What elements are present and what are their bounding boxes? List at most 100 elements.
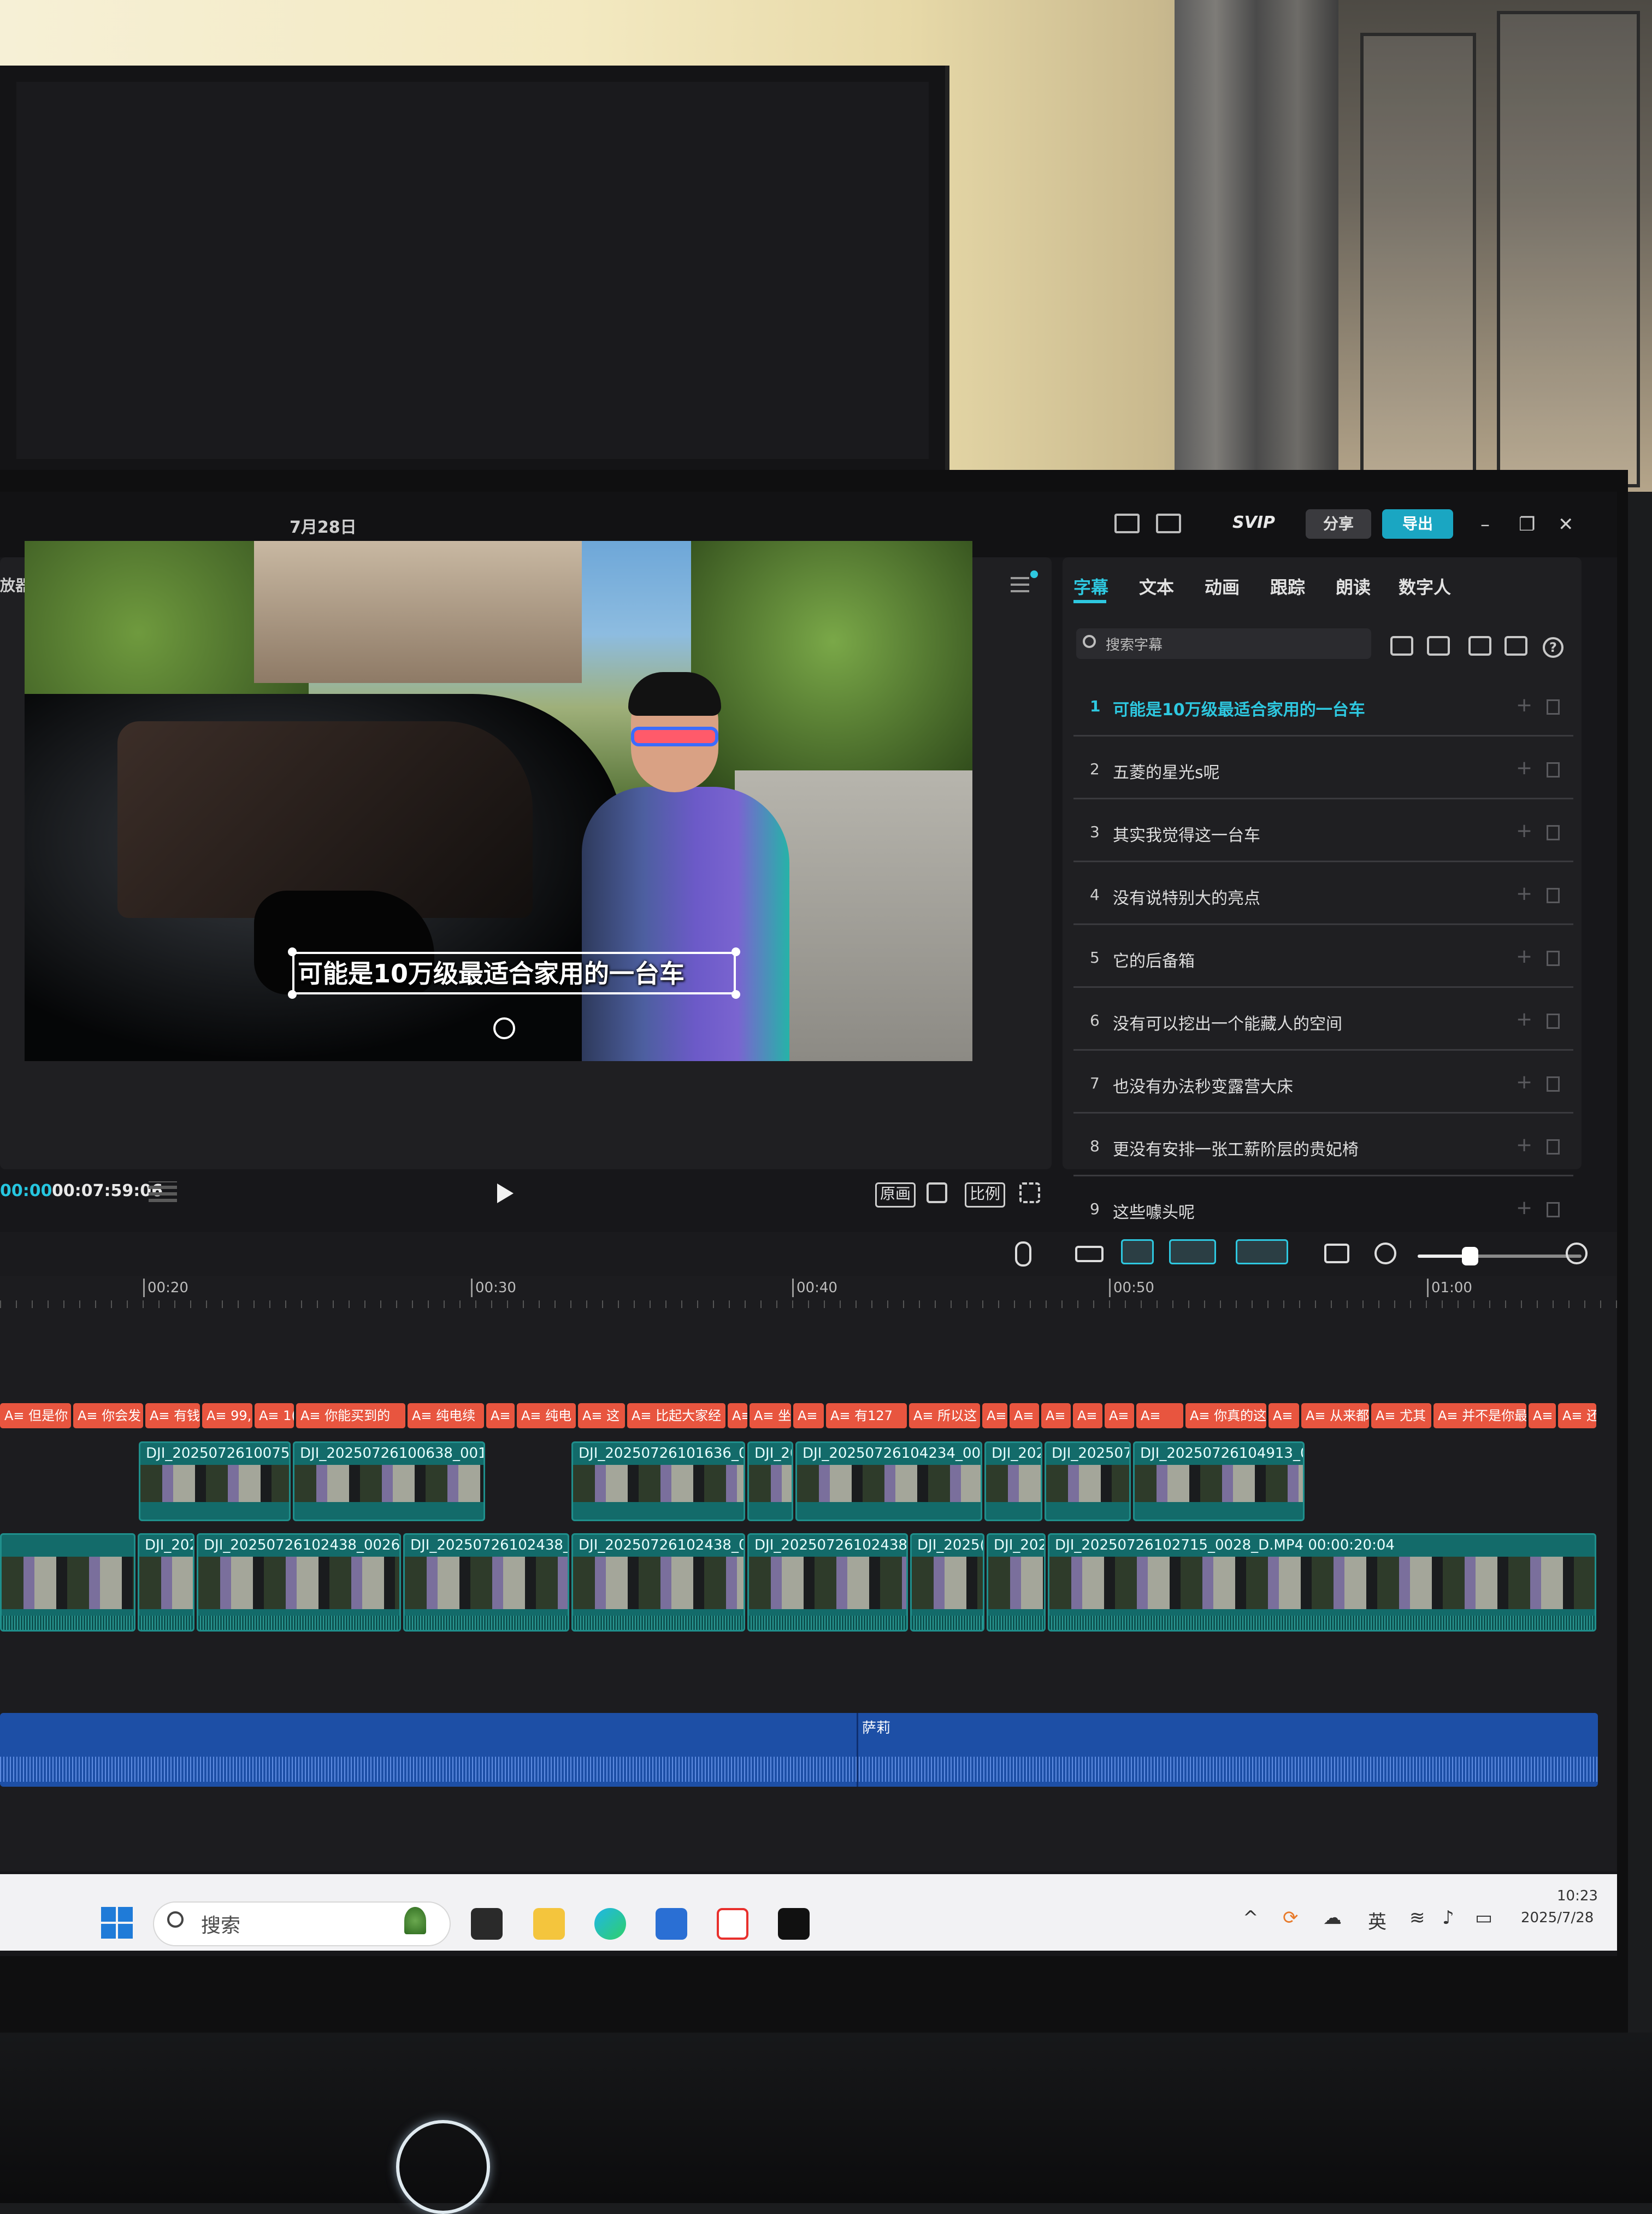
subtitle-text[interactable]: 没有说特别大的亮点 bbox=[1113, 885, 1260, 909]
ratio-button[interactable]: 比例 bbox=[965, 1182, 1006, 1208]
video-preview[interactable]: 可能是10万级最适合家用的一台车 bbox=[25, 541, 972, 1061]
video-clip[interactable]: DJI_202 bbox=[984, 1441, 1042, 1521]
edge-browser-icon[interactable] bbox=[594, 1908, 626, 1940]
original-quality-button[interactable]: 原画 bbox=[875, 1182, 916, 1208]
minimize-icon[interactable]: – bbox=[1480, 514, 1490, 535]
main-video-clip[interactable]: DJI_202 bbox=[138, 1533, 194, 1632]
subtitle-text[interactable]: 它的后备箱 bbox=[1113, 947, 1195, 971]
resize-handle[interactable] bbox=[731, 990, 740, 999]
caption-clip[interactable]: A≡ 有钱 bbox=[145, 1403, 200, 1428]
wps-office-icon[interactable] bbox=[717, 1908, 748, 1940]
main-video-clip[interactable] bbox=[0, 1533, 135, 1632]
grid-icon[interactable] bbox=[149, 1181, 177, 1202]
subtitle-item[interactable]: 6 没有可以挖出一个能藏人的空间 + bbox=[1073, 986, 1573, 1051]
subtitle-text[interactable]: 可能是10万级最适合家用的一台车 bbox=[1113, 696, 1365, 720]
delete-icon[interactable] bbox=[1547, 1139, 1560, 1155]
delete-icon[interactable] bbox=[1547, 1076, 1560, 1092]
volume-icon[interactable]: ♪ bbox=[1442, 1907, 1454, 1929]
caption-clip[interactable]: A≡ bbox=[982, 1403, 1007, 1428]
caption-clip[interactable]: A≡ 有127 bbox=[826, 1403, 907, 1428]
auto-snap-icon[interactable] bbox=[1169, 1239, 1216, 1264]
caption-clip[interactable]: A≡ bbox=[486, 1403, 515, 1428]
screen-icon[interactable] bbox=[1324, 1244, 1349, 1263]
caption-clip[interactable]: A≡ 这 bbox=[578, 1403, 625, 1428]
add-icon[interactable]: + bbox=[1516, 1197, 1532, 1219]
video-clip[interactable]: DJI_20 bbox=[747, 1441, 793, 1521]
main-video-clip[interactable]: DJI_2025( bbox=[910, 1533, 984, 1632]
restore-icon[interactable]: ❐ bbox=[1519, 514, 1535, 535]
caption-clip[interactable]: A≡ bbox=[1268, 1403, 1299, 1428]
zoom-slider-knob[interactable] bbox=[1462, 1247, 1478, 1265]
preview-axis-icon[interactable] bbox=[1236, 1239, 1288, 1264]
caption-clip[interactable]: A≡ 你会发 bbox=[73, 1403, 143, 1428]
caption-clip[interactable]: A≡ bbox=[1073, 1403, 1102, 1428]
subtitle-overlay[interactable]: 可能是10万级最适合家用的一台车 bbox=[298, 954, 685, 990]
microsoft-store-icon[interactable] bbox=[656, 1908, 687, 1940]
subtitle-text[interactable]: 更没有安排一张工薪阶层的贵妃椅 bbox=[1113, 1136, 1359, 1160]
subtitle-item[interactable]: 3 其实我觉得这一台车 + bbox=[1073, 798, 1573, 862]
caption-clip[interactable]: A≡ 所以这 bbox=[909, 1403, 980, 1428]
caption-clip[interactable]: A≡ 尤其 bbox=[1371, 1403, 1431, 1428]
caption-clip[interactable]: A≡ 纯电 bbox=[517, 1403, 576, 1428]
layout-icon[interactable] bbox=[1114, 514, 1140, 533]
player-menu-icon[interactable] bbox=[1011, 577, 1029, 592]
tab-tracking[interactable]: 跟踪 bbox=[1270, 574, 1305, 599]
subtitle-item[interactable]: 4 没有说特别大的亮点 + bbox=[1073, 861, 1573, 925]
add-icon[interactable]: + bbox=[1516, 694, 1532, 716]
main-video-clip[interactable]: DJI_2025 bbox=[987, 1533, 1046, 1632]
resize-handle[interactable] bbox=[288, 947, 297, 956]
input-method-indicator[interactable]: 英 bbox=[1368, 1907, 1386, 1934]
video-clip[interactable]: DJI_20250726101636_001 bbox=[571, 1441, 745, 1521]
battery-icon[interactable]: ▭ bbox=[1475, 1907, 1492, 1929]
microphone-icon[interactable] bbox=[1015, 1241, 1031, 1267]
caption-clip[interactable]: A≡ 你能买到的 bbox=[296, 1403, 405, 1428]
screenshot-icon[interactable] bbox=[927, 1182, 947, 1203]
svip-badge[interactable]: SVIP bbox=[1224, 508, 1284, 538]
delete-icon[interactable] bbox=[1547, 888, 1560, 903]
add-icon[interactable]: + bbox=[1516, 945, 1532, 968]
export-subtitle-icon[interactable] bbox=[1427, 636, 1450, 656]
filter-icon[interactable] bbox=[1504, 636, 1527, 656]
delete-icon[interactable] bbox=[1547, 762, 1560, 778]
tab-text[interactable]: 文本 bbox=[1139, 574, 1174, 599]
delete-icon[interactable] bbox=[1547, 699, 1560, 715]
play-icon[interactable] bbox=[497, 1183, 514, 1203]
tab-animation[interactable]: 动画 bbox=[1205, 574, 1240, 599]
video-clip[interactable]: DJI_20250726104913_005 bbox=[1133, 1441, 1305, 1521]
video-clip[interactable]: DJI_20250726104234_0040 bbox=[795, 1441, 982, 1521]
main-video-clip[interactable]: DJI_20250726102438_002 bbox=[571, 1533, 745, 1632]
caption-clip[interactable]: A≡ bbox=[728, 1403, 747, 1428]
caption-clip[interactable]: A≡ 纯电续 bbox=[408, 1403, 484, 1428]
subtitle-text[interactable]: 也没有办法秒变露营大床 bbox=[1113, 1073, 1293, 1097]
subtitle-item[interactable]: 2 五菱的星光s呢 + bbox=[1073, 735, 1573, 799]
subtitle-text[interactable]: 这些噱头呢 bbox=[1113, 1199, 1195, 1223]
task-view-icon[interactable] bbox=[471, 1908, 503, 1940]
add-icon[interactable]: + bbox=[1516, 1071, 1532, 1093]
caption-clip[interactable]: A≡ 从来都 bbox=[1301, 1403, 1369, 1428]
caption-clip[interactable]: A≡ 99, bbox=[202, 1403, 252, 1428]
delete-icon[interactable] bbox=[1547, 951, 1560, 966]
subtitle-text[interactable]: 五菱的星光s呢 bbox=[1113, 759, 1220, 783]
caption-clip[interactable]: A≡ bbox=[793, 1403, 824, 1428]
caption-clip[interactable]: A≡ 1( bbox=[255, 1403, 294, 1428]
video-clip[interactable]: DJI_2025072 bbox=[1045, 1441, 1131, 1521]
tab-read-aloud[interactable]: 朗读 bbox=[1336, 574, 1371, 599]
caption-clip[interactable]: A≡ 还 bbox=[1558, 1403, 1596, 1428]
windows-start-icon[interactable] bbox=[101, 1907, 134, 1940]
main-video-clip[interactable]: DJI_20250726102438_0 bbox=[747, 1533, 908, 1632]
taskbar-time[interactable]: 10:23 bbox=[1557, 1888, 1598, 1904]
zoom-out-icon[interactable] bbox=[1374, 1243, 1396, 1264]
subtitle-item[interactable]: 1 可能是10万级最适合家用的一台车 + bbox=[1073, 672, 1573, 737]
caption-clip[interactable]: A≡ 但是你 bbox=[0, 1403, 71, 1428]
import-subtitle-icon[interactable] bbox=[1390, 636, 1413, 656]
main-video-clip[interactable]: DJI_20250726102438_0026_D. bbox=[197, 1533, 401, 1632]
caption-clip[interactable]: A≡ bbox=[1529, 1403, 1556, 1428]
subtitle-item[interactable]: 7 也没有办法秒变露营大床 + bbox=[1073, 1049, 1573, 1114]
video-clip[interactable]: DJI_20250726100752_ bbox=[139, 1441, 291, 1521]
magnet-icon[interactable] bbox=[1121, 1239, 1154, 1264]
caption-clip[interactable]: A≡ I bbox=[1105, 1403, 1134, 1428]
tab-subtitles[interactable]: 字幕 bbox=[1073, 574, 1108, 599]
add-icon[interactable]: + bbox=[1516, 1008, 1532, 1031]
wifi-icon[interactable]: ≋ bbox=[1409, 1907, 1425, 1929]
caption-clip[interactable]: A≡ bbox=[1136, 1403, 1183, 1428]
